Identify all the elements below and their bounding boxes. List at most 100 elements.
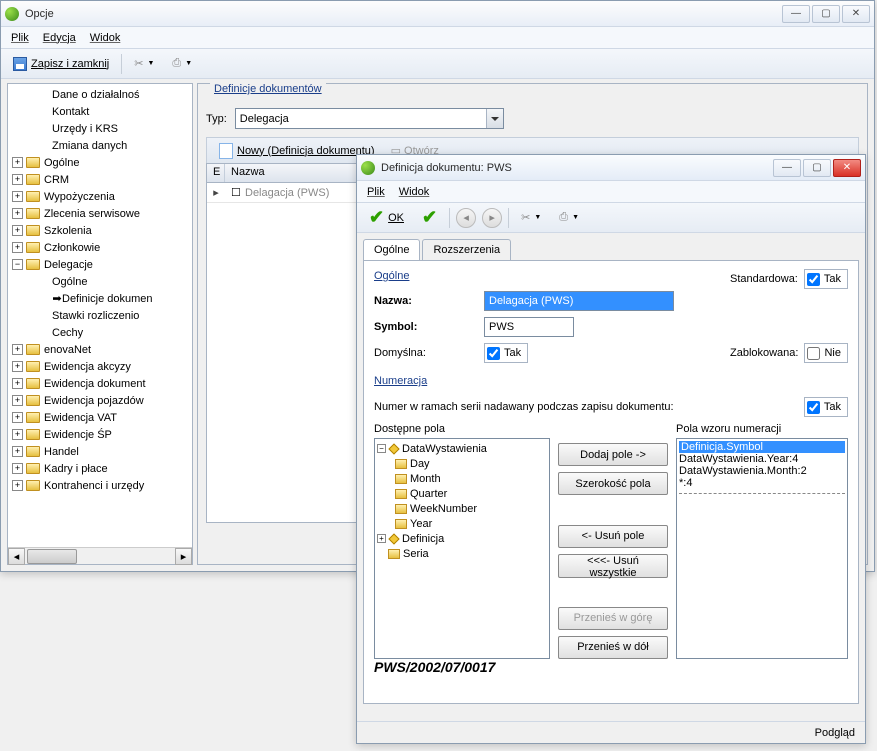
available-fields-tree[interactable]: −DataWystawienia Day Month Quarter WeekN… <box>374 438 550 659</box>
tree-folder[interactable]: +Ewidencje ŚP <box>8 426 192 443</box>
chevron-down-icon[interactable] <box>486 109 503 128</box>
tree-folder[interactable]: +Członkowie <box>8 239 192 256</box>
tree-folder[interactable]: +Ewidencja akcyzy <box>8 358 192 375</box>
tree-folder[interactable]: +CRM <box>8 171 192 188</box>
symbol-input[interactable] <box>484 317 574 337</box>
expand-icon[interactable]: + <box>12 429 23 440</box>
tree-h-scrollbar[interactable]: ◂ ▸ <box>8 547 192 564</box>
folder-icon <box>26 429 40 440</box>
collapse-icon[interactable]: − <box>377 444 386 453</box>
scroll-left-button[interactable]: ◂ <box>8 548 25 565</box>
dialog-menu-view[interactable]: Widok <box>399 186 430 198</box>
definition-dialog: Definicja dokumentu: PWS — ▢ ✕ Plik Wido… <box>356 154 866 744</box>
dialog-close-button[interactable]: ✕ <box>833 159 861 177</box>
list-item[interactable]: *:4 <box>679 477 845 489</box>
move-up-button[interactable]: Przenieś w górę <box>558 607 668 630</box>
menu-edit[interactable]: Edycja <box>43 32 76 44</box>
tree-folder-delegacje[interactable]: −Delegacje <box>8 256 192 273</box>
pattern-fields-list[interactable]: Definicja.Symbol DataWystawienia.Year:4 … <box>676 438 848 659</box>
tree-item-selected[interactable]: ➡Definicje dokumen <box>8 290 192 307</box>
folder-icon <box>26 225 40 236</box>
tree-folder[interactable]: +Zlecenia serwisowe <box>8 205 192 222</box>
field-width-button[interactable]: Szerokość pola <box>558 472 668 495</box>
print-button[interactable]: ⎙▼ <box>166 55 198 72</box>
remove-field-button[interactable]: <- Usuń pole <box>558 525 668 548</box>
num-on-save-checkbox[interactable]: Tak <box>804 397 848 417</box>
ok-button[interactable]: ✔ OK <box>363 205 410 230</box>
nav-fwd-button[interactable]: ▸ <box>482 208 502 228</box>
expand-icon[interactable]: + <box>12 463 23 474</box>
minimize-button[interactable]: — <box>782 5 810 23</box>
expand-icon[interactable]: + <box>12 344 23 355</box>
tools-button[interactable]: ✂▼ <box>515 209 547 226</box>
remove-all-button[interactable]: <<<- Usuń wszystkie <box>558 554 668 578</box>
scroll-thumb[interactable] <box>27 549 77 564</box>
dialog-menu-file[interactable]: Plik <box>367 186 385 198</box>
menu-view[interactable]: Widok <box>90 32 121 44</box>
expand-icon[interactable]: + <box>12 378 23 389</box>
typ-combo[interactable] <box>235 108 504 129</box>
expand-icon[interactable]: + <box>12 395 23 406</box>
dialog-maximize-button[interactable]: ▢ <box>803 159 831 177</box>
collapse-icon[interactable]: − <box>12 259 23 270</box>
menu-file[interactable]: Plik <box>11 32 29 44</box>
tools-icon: ✂ <box>134 57 143 70</box>
typ-input[interactable] <box>236 109 486 128</box>
add-field-button[interactable]: Dodaj pole -> <box>558 443 668 466</box>
tree-item[interactable]: Stawki rozliczenio <box>8 307 192 324</box>
expand-icon[interactable]: + <box>12 412 23 423</box>
field-icon <box>395 489 407 499</box>
tab-general[interactable]: Ogólne <box>363 239 420 260</box>
close-button[interactable]: ✕ <box>842 5 870 23</box>
move-down-button[interactable]: Przenieś w dół <box>558 636 668 659</box>
default-checkbox[interactable]: Tak <box>484 343 528 363</box>
tree-item[interactable]: Kontakt <box>8 103 192 120</box>
nazwa-label: Nazwa: <box>374 295 484 307</box>
tree-folder[interactable]: +Szkolenia <box>8 222 192 239</box>
tree-folder[interactable]: +Ogólne <box>8 154 192 171</box>
tree-folder[interactable]: +enovaNet <box>8 341 192 358</box>
tree-folder[interactable]: +Ewidencja dokument <box>8 375 192 392</box>
tree-folder[interactable]: +Wypożyczenia <box>8 188 192 205</box>
tree-folder[interactable]: +Ewidencja pojazdów <box>8 392 192 409</box>
scroll-right-button[interactable]: ▸ <box>175 548 192 565</box>
col-e[interactable]: E <box>207 164 225 182</box>
expand-icon[interactable]: + <box>12 191 23 202</box>
tools-button[interactable]: ✂▼ <box>128 55 160 72</box>
nazwa-input[interactable] <box>484 291 674 311</box>
nav-back-button[interactable]: ◂ <box>456 208 476 228</box>
tab-extensions[interactable]: Rozszerzenia <box>422 239 511 260</box>
dialog-minimize-button[interactable]: — <box>773 159 801 177</box>
tree-item[interactable]: Cechy <box>8 324 192 341</box>
expand-icon[interactable]: + <box>12 225 23 236</box>
print-button[interactable]: ⎙▼ <box>553 209 585 226</box>
expand-icon[interactable]: + <box>12 157 23 168</box>
tree-item[interactable]: Dane o działalnoś <box>8 86 192 103</box>
tree-item[interactable]: Urzędy i KRS <box>8 120 192 137</box>
expand-icon[interactable]: + <box>12 242 23 253</box>
tree-folder[interactable]: +Kadry i płace <box>8 460 192 477</box>
expand-icon[interactable]: + <box>12 174 23 185</box>
locked-checkbox[interactable]: Nie <box>804 343 848 363</box>
tree-item[interactable]: Zmiana danych <box>8 137 192 154</box>
tree-item[interactable]: Ogólne <box>8 273 192 290</box>
nav-tree[interactable]: Dane o działalnoś Kontakt Urzędy i KRS Z… <box>8 84 192 547</box>
list-item[interactable]: DataWystawienia.Year:4 <box>679 453 845 465</box>
expand-icon[interactable]: + <box>377 534 386 543</box>
expand-icon[interactable]: + <box>12 446 23 457</box>
list-item-selected[interactable]: Definicja.Symbol <box>679 441 845 453</box>
expand-icon[interactable]: + <box>12 361 23 372</box>
save-close-button[interactable]: Zapisz i zamknij <box>7 55 115 73</box>
expand-icon[interactable]: + <box>12 480 23 491</box>
maximize-button[interactable]: ▢ <box>812 5 840 23</box>
tree-folder[interactable]: +Ewidencja VAT <box>8 409 192 426</box>
apply-button[interactable]: ✔ <box>416 205 443 230</box>
list-item[interactable]: DataWystawienia.Month:2 <box>679 465 845 477</box>
expand-icon[interactable]: + <box>12 208 23 219</box>
tree-folder[interactable]: +Handel <box>8 443 192 460</box>
preview-link[interactable]: Podgląd <box>815 727 855 739</box>
tools-icon: ✂ <box>521 211 530 224</box>
standard-checkbox[interactable]: Tak <box>804 269 848 289</box>
folder-icon <box>26 208 40 219</box>
tree-folder[interactable]: +Kontrahenci i urzędy <box>8 477 192 494</box>
